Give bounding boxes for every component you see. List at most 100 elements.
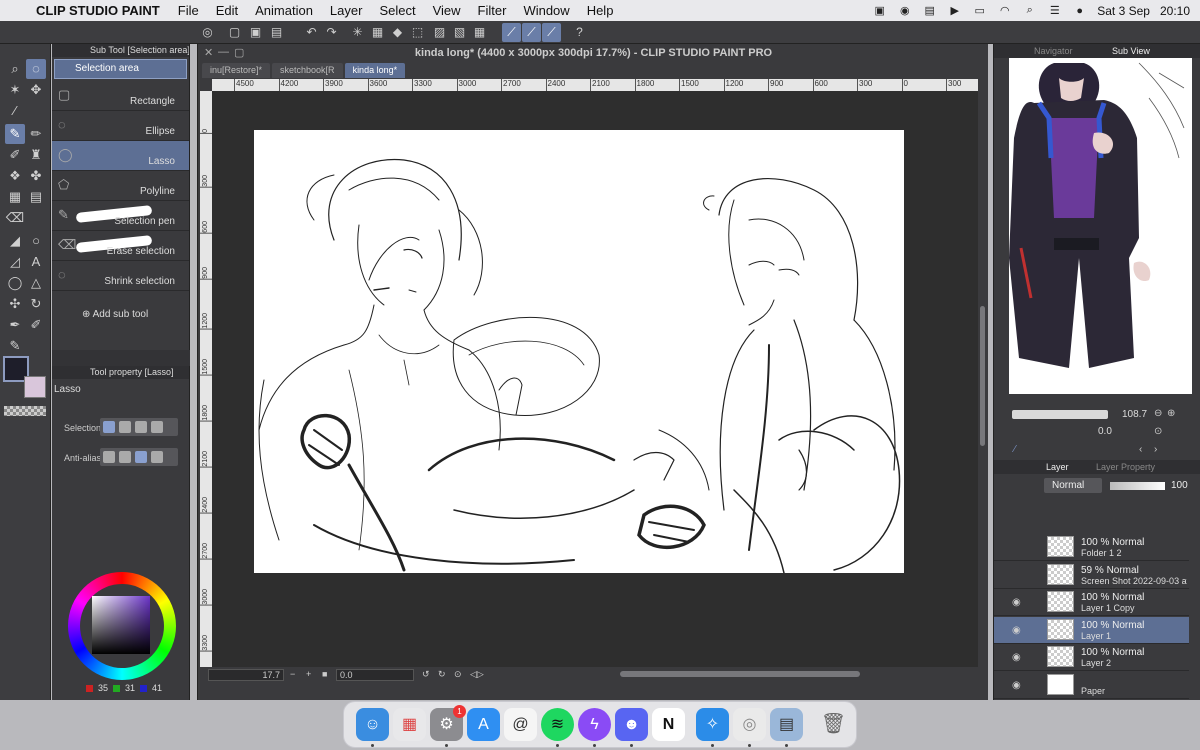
rotate-tool-icon[interactable]: ↻ <box>26 294 46 314</box>
tab-sub-view[interactable]: Sub View <box>1112 44 1150 58</box>
zoom-out-icon[interactable]: ⊖ <box>1154 408 1162 419</box>
anti-alias-control[interactable] <box>100 448 178 466</box>
show-selection-icon[interactable]: ▦ <box>470 23 489 42</box>
wifi-icon[interactable]: ◠ <box>997 5 1012 17</box>
figure-tool-icon[interactable]: ◢ <box>5 231 25 251</box>
object-tool-icon[interactable]: ✣ <box>5 294 25 314</box>
flip-icon[interactable]: ◁▷ <box>470 669 484 680</box>
sub-tool-ellipse[interactable]: ◌ Ellipse <box>52 111 189 141</box>
drawing-canvas[interactable] <box>254 130 904 573</box>
eyedropper-tool-icon[interactable]: ⁄ <box>5 101 25 121</box>
next-image-icon[interactable]: › <box>1154 444 1157 455</box>
marker-tool-icon[interactable]: ✐ <box>26 315 46 335</box>
battery-icon[interactable]: ▭ <box>972 5 987 17</box>
tab-navigator[interactable]: Navigator <box>1034 44 1073 58</box>
menu-window[interactable]: Window <box>523 3 569 18</box>
sub-tool-selection-pen[interactable]: ✎ Selection pen <box>52 201 189 231</box>
prev-image-icon[interactable]: ‹ <box>1139 444 1142 455</box>
snap-special-ruler-icon[interactable]: ⟋ <box>522 23 541 42</box>
clear-outside-icon[interactable]: ▦ <box>368 23 387 42</box>
saturation-value-square[interactable] <box>92 596 150 654</box>
spotify-icon[interactable]: ≋ <box>541 708 574 741</box>
eye-icon[interactable]: ◉ <box>1012 625 1021 636</box>
help-icon[interactable]: ? <box>570 23 589 42</box>
open-file-icon[interactable]: ▣ <box>246 23 265 42</box>
layer-row[interactable]: ◉ 100 % Normal Layer 1 Copy <box>994 589 1189 616</box>
text-tool-icon[interactable]: A <box>26 252 46 272</box>
sub-color-swatch[interactable] <box>24 376 46 398</box>
reset-rotation-icon[interactable]: ⊙ <box>454 669 462 680</box>
ellipse-figure-tool-icon[interactable]: ○ <box>26 231 46 251</box>
transform-icon[interactable]: ⬚ <box>408 23 427 42</box>
move-tool-icon[interactable]: ✥ <box>26 80 46 100</box>
clip-studio-launcher-icon[interactable]: @ <box>504 708 537 741</box>
rotate-left-icon[interactable]: ↺ <box>422 669 430 680</box>
menu-edit[interactable]: Edit <box>216 3 238 18</box>
deselect-icon[interactable]: ▨ <box>430 23 449 42</box>
layer-row[interactable]: 100 % Normal Folder 1 2 <box>994 534 1189 561</box>
correct-line-tool-icon[interactable]: ✒ <box>5 315 25 335</box>
brush-tool-icon[interactable]: ✐ <box>5 145 25 165</box>
zoom-out-icon[interactable]: − <box>290 669 295 679</box>
eye-icon[interactable]: ◉ <box>1012 652 1021 663</box>
rotation-field[interactable]: 0.0 <box>336 669 414 681</box>
layer-row[interactable]: ◉ Paper <box>994 672 1189 699</box>
menu-view[interactable]: View <box>433 3 461 18</box>
layer-row[interactable]: ◉ 100 % Normal Layer 1 <box>994 616 1189 644</box>
launchpad-icon[interactable]: ▦ <box>393 708 426 741</box>
eraser-tool-icon[interactable]: ⌫ <box>5 208 25 228</box>
rotate-right-icon[interactable]: ↻ <box>438 669 446 680</box>
auto-select-tool-icon[interactable]: ✶ <box>5 80 25 100</box>
zoom-tool-icon[interactable]: ⌕ <box>5 59 25 79</box>
zoom-field[interactable]: 17.7 <box>208 669 284 681</box>
sub-view-reference-image[interactable] <box>1009 58 1192 394</box>
sub-tool-rectangle[interactable]: ▢ Rectangle <box>52 81 189 111</box>
tab-layer-property[interactable]: Layer Property <box>1096 460 1155 474</box>
tab-kinda-long[interactable]: kinda long* <box>344 63 406 78</box>
eye-icon[interactable]: ◉ <box>1012 597 1021 608</box>
airbrush-tool-icon[interactable]: ♜ <box>26 145 46 165</box>
redo-icon[interactable]: ↷ <box>322 23 341 42</box>
menu-layer[interactable]: Layer <box>330 3 363 18</box>
canvas-area[interactable] <box>212 91 978 667</box>
sub-tool-polyline[interactable]: ⬠ Polyline <box>52 171 189 201</box>
rotate-reset-icon[interactable]: ⊙ <box>1154 426 1162 437</box>
siri-icon[interactable]: ● <box>1072 5 1087 17</box>
gradient-tool-icon[interactable]: ▤ <box>26 187 46 207</box>
display-icon[interactable]: ▣ <box>872 5 887 17</box>
fill-icon[interactable]: ◆ <box>388 23 407 42</box>
selection-mode-control[interactable] <box>100 418 178 436</box>
transparent-color-swatch[interactable] <box>4 406 46 416</box>
sub-tool-shrink-selection[interactable]: ◌ Shrink selection <box>52 261 189 291</box>
menu-animation[interactable]: Animation <box>255 3 313 18</box>
preview-icon[interactable]: ▤ <box>770 708 803 741</box>
notion-icon[interactable]: N <box>652 708 685 741</box>
decoration-tool-icon[interactable]: ❖ <box>5 166 25 186</box>
clip-studio-paint-icon[interactable]: ◎ <box>733 708 766 741</box>
search-icon[interactable]: ⌕ <box>1022 4 1037 17</box>
system-preferences-icon[interactable]: ⚙ 1 <box>430 705 466 741</box>
clip-studio-icon[interactable]: ◎ <box>198 23 217 42</box>
eyedropper-icon[interactable]: ⁄ <box>1014 444 1016 455</box>
pen-tool-icon[interactable]: ✎ <box>5 124 25 144</box>
clear-icon[interactable]: ✳ <box>348 23 367 42</box>
flag-icon[interactable]: ▤ <box>922 5 937 17</box>
eye-icon[interactable]: ◉ <box>1012 680 1021 691</box>
app-menu[interactable]: CLIP STUDIO PAINT <box>36 3 160 18</box>
layer-row[interactable]: 59 % NormalScreen Shot 2022-09-03 at 16.… <box>994 562 1189 589</box>
opacity-slider[interactable] <box>1110 482 1165 490</box>
selection-tool-icon[interactable]: ◌ <box>26 59 46 79</box>
messenger-icon[interactable]: ϟ <box>578 708 611 741</box>
undo-icon[interactable]: ↶ <box>302 23 321 42</box>
navigator-zoom-slider[interactable] <box>1012 410 1108 419</box>
menu-file[interactable]: File <box>178 3 199 18</box>
save-icon[interactable]: ▤ <box>267 23 286 42</box>
new-file-icon[interactable]: ▢ <box>225 23 244 42</box>
fit-icon[interactable]: ■ <box>322 669 327 679</box>
menu-help[interactable]: Help <box>587 3 614 18</box>
tab-sketchbook[interactable]: sketchbook[R <box>272 63 343 78</box>
play-icon[interactable]: ▶ <box>947 5 962 17</box>
zoom-in-icon[interactable]: + <box>306 669 311 679</box>
balloon-tool-icon[interactable]: ◯ <box>5 273 25 293</box>
pencil-tool-icon[interactable]: ✏ <box>26 124 46 144</box>
